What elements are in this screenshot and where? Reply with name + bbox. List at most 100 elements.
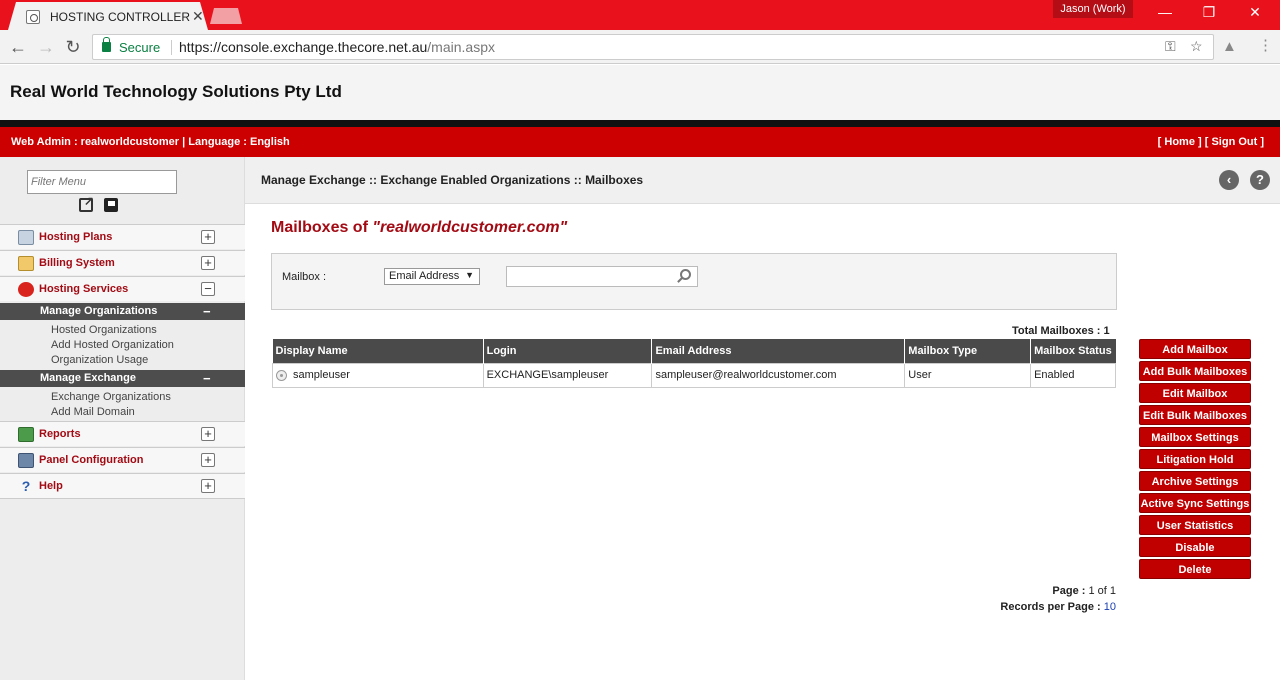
edit-bulk-mailboxes-button[interactable]: Edit Bulk Mailboxes [1139, 405, 1251, 425]
expand-icon[interactable]: + [201, 479, 215, 493]
sidebar-item-hosting-services[interactable]: Hosting Services − [0, 276, 245, 301]
address-toolbar: ← → ↻ Secure https://console.exchange.th… [0, 30, 1280, 64]
admin-bar: Web Admin : realworldcustomer | Language… [0, 127, 1280, 157]
hosting-plans-icon [18, 230, 34, 245]
window-close-icon[interactable]: ✕ [1245, 4, 1265, 21]
key-icon[interactable]: ⚿ [1165, 38, 1176, 55]
maximize-icon[interactable]: ❐ [1199, 4, 1219, 21]
company-name: Real World Technology Solutions Pty Ltd [10, 82, 342, 101]
mailbox-settings-button[interactable]: Mailbox Settings [1139, 427, 1251, 447]
expand-icon[interactable]: + [201, 230, 215, 244]
add-bulk-mailboxes-button[interactable]: Add Bulk Mailboxes [1139, 361, 1251, 381]
search-input[interactable] [506, 266, 698, 287]
edit-mailbox-button[interactable]: Edit Mailbox [1139, 383, 1251, 403]
expand-icon[interactable]: + [201, 453, 215, 467]
tab-title: HOSTING CONTROLLER [50, 10, 191, 24]
submenu-manage-exchange[interactable]: Manage Exchange − [0, 370, 245, 387]
home-link[interactable]: [ Home ] [1158, 136, 1202, 148]
collapse-icon[interactable]: − [201, 282, 215, 296]
column-header[interactable]: Mailbox Status [1030, 339, 1116, 363]
sidebar-item-label: Hosting Services [39, 283, 129, 295]
add-mailbox-button[interactable]: Add Mailbox [1139, 339, 1251, 359]
admin-info: Web Admin : realworldcustomer | Language… [11, 136, 290, 148]
column-header[interactable]: Display Name [272, 339, 484, 363]
forward-arrow-icon[interactable]: → [36, 37, 56, 57]
url-path: /main.aspx [427, 39, 495, 55]
url-host: https://console.exchange.thecore.net.au [179, 39, 428, 55]
dropdown-arrow-icon: ▼ [465, 270, 474, 280]
row-select-radio[interactable] [276, 369, 287, 381]
sidebar-item-hosting-plans[interactable]: Hosting Plans + [0, 224, 245, 249]
sidebar-item-billing-system[interactable]: Billing System + [0, 250, 245, 275]
menu-dots-icon[interactable]: ⋮ [1258, 36, 1273, 54]
bookmark-star-icon[interactable]: ☆ [1190, 38, 1203, 55]
browser-titlebar: HOSTING CONTROLLER ✕ Jason (Work) — ❐ ✕ [0, 0, 1280, 30]
delete-button[interactable]: Delete [1139, 559, 1251, 579]
panel-configuration-icon [18, 453, 34, 468]
back-circle-icon[interactable]: ‹ [1219, 170, 1239, 190]
extension-icon[interactable]: ▲ [1222, 38, 1237, 55]
sidebar-link-add-mail-domain[interactable]: Add Mail Domain [51, 406, 135, 418]
column-header[interactable]: Login [483, 339, 653, 363]
sidebar-link-organization-usage[interactable]: Organization Usage [51, 354, 148, 366]
site-header: Real World Technology Solutions Pty Ltd [0, 65, 1280, 120]
sidebar-link-add-hosted-organization[interactable]: Add Hosted Organization [51, 339, 174, 351]
search-icon[interactable] [680, 269, 691, 280]
reload-icon[interactable]: ↻ [63, 37, 83, 57]
user-statistics-button[interactable]: User Statistics [1139, 515, 1251, 535]
cell-type: User [904, 362, 1032, 388]
table-row[interactable]: sampleuser EXCHANGE\sampleuser sampleuse… [272, 362, 1116, 388]
sidebar-item-reports[interactable]: Reports + [0, 421, 245, 446]
reports-icon [18, 427, 34, 442]
collapse-icon[interactable]: − [203, 304, 211, 319]
cell-login: EXCHANGE\sampleuser [482, 362, 653, 388]
cell-email: sampleuser@realworldcustomer.com [651, 362, 906, 388]
action-buttons: Add Mailbox Add Bulk Mailboxes Edit Mail… [1139, 339, 1251, 581]
column-header[interactable]: Mailbox Type [904, 339, 1032, 363]
lock-icon [102, 37, 111, 52]
profile-badge[interactable]: Jason (Work) [1053, 0, 1133, 18]
tab-close-icon[interactable]: ✕ [192, 8, 204, 25]
column-header[interactable]: Email Address [651, 339, 906, 363]
sidebar-item-help[interactable]: ? Help + [0, 473, 245, 499]
archive-settings-button[interactable]: Archive Settings [1139, 471, 1251, 491]
expand-icon[interactable]: + [201, 427, 215, 441]
new-tab-button[interactable] [210, 8, 242, 24]
url-separator [171, 40, 172, 55]
sidebar-link-exchange-organizations[interactable]: Exchange Organizations [51, 391, 171, 403]
help-circle-icon[interactable]: ? [1250, 170, 1270, 190]
browser-tab[interactable]: HOSTING CONTROLLER ✕ [8, 2, 208, 30]
submenu-label: Manage Organizations [40, 305, 158, 317]
expand-icon[interactable]: + [201, 256, 215, 270]
records-per-page: Records per Page : 10 [1000, 599, 1116, 615]
display-name-text: sampleuser [293, 369, 350, 381]
page-title-prefix: Mailboxes of [271, 219, 373, 236]
signout-link[interactable]: [ Sign Out ] [1205, 136, 1264, 148]
pagination: Page : 1 of 1 Records per Page : 10 [1000, 583, 1116, 615]
billing-icon [18, 256, 34, 271]
sidebar-link-hosted-organizations[interactable]: Hosted Organizations [51, 324, 157, 336]
sidebar-item-label: Billing System [39, 257, 115, 269]
filter-menu-input[interactable]: Filter Menu [27, 170, 177, 194]
window-toggle-icon[interactable] [104, 198, 118, 212]
mailbox-search-label: Mailbox : [282, 271, 327, 283]
total-mailboxes: Total Mailboxes : 1 [1012, 325, 1110, 337]
search-field-select[interactable]: Email Address ▼ [384, 268, 480, 285]
active-sync-settings-button[interactable]: Active Sync Settings [1139, 493, 1251, 513]
url-bar[interactable]: Secure https://console.exchange.thecore.… [92, 34, 1214, 60]
minimize-icon[interactable]: — [1155, 4, 1175, 20]
litigation-hold-button[interactable]: Litigation Hold [1139, 449, 1251, 469]
rpp-value[interactable]: 10 [1104, 601, 1116, 613]
back-arrow-icon[interactable]: ← [8, 37, 28, 57]
total-label: Total Mailboxes : [1012, 325, 1101, 337]
submenu-manage-organizations[interactable]: Manage Organizations − [0, 303, 245, 320]
table-header-row: Display Name Login Email Address Mailbox… [272, 339, 1116, 363]
url-text[interactable]: https://console.exchange.thecore.net.au/… [179, 39, 495, 55]
search-panel: Mailbox : Email Address ▼ [271, 253, 1117, 310]
sidebar-item-panel-configuration[interactable]: Panel Configuration + [0, 447, 245, 472]
sidebar-item-label: Reports [39, 428, 81, 440]
collapse-icon[interactable]: − [203, 371, 211, 386]
open-external-icon[interactable] [79, 194, 94, 212]
mailboxes-table: Display Name Login Email Address Mailbox… [272, 339, 1116, 388]
disable-button[interactable]: Disable [1139, 537, 1251, 557]
